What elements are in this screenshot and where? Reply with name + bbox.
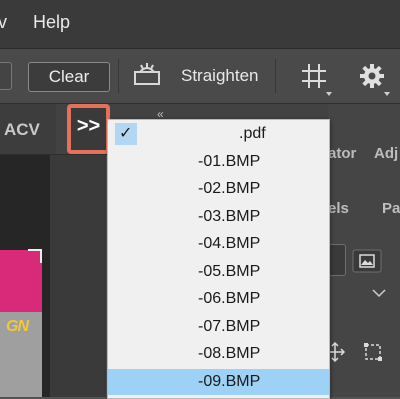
menu-item-help[interactable]: Help — [33, 12, 70, 33]
document-list-item-label: .pdf — [239, 125, 266, 142]
straighten-label[interactable]: Straighten — [181, 66, 259, 86]
preset-dropdown-partial[interactable] — [0, 62, 12, 90]
menu-bar: v Help — [0, 0, 400, 49]
grid-options-chevron-icon[interactable] — [326, 92, 332, 96]
document-list-item[interactable]: -03.BMP — [108, 204, 329, 230]
image-icon[interactable] — [352, 249, 382, 273]
panel-dropdown-partial[interactable] — [328, 244, 346, 276]
crop-corner-handle[interactable] — [28, 249, 42, 263]
transform-icon[interactable] — [362, 341, 384, 363]
settings-chevron-icon[interactable] — [384, 92, 390, 96]
panel-tab-navigator[interactable]: ator — [328, 145, 356, 162]
document-list-item-label: -04.BMP — [198, 235, 261, 252]
document-list-item-label: -03.BMP — [198, 207, 261, 225]
document-list-item[interactable]: -04.BMP — [108, 231, 329, 257]
document-list-item[interactable]: -08.BMP — [108, 341, 329, 367]
document-list-item-label: -05.BMP — [198, 262, 261, 280]
canvas-area: GN — [0, 155, 106, 397]
document-list-item-label: -08.BMP — [198, 345, 261, 362]
document-list-item-label: -07.BMP — [198, 317, 261, 335]
document-list-item[interactable]: ✓ .pdf — [108, 121, 329, 147]
document-list-item[interactable]: -05.BMP — [108, 259, 329, 285]
canvas-image-artwork: GN — [6, 318, 29, 335]
document-list-item[interactable]: -02.BMP — [108, 176, 329, 202]
document-tab[interactable]: ACV — [0, 104, 56, 154]
expand-tabs-label: >> — [76, 115, 101, 137]
expand-tabs-button[interactable]: >> — [67, 104, 110, 154]
divider — [118, 59, 119, 93]
document-list-item[interactable]: -01.BMP — [108, 149, 329, 175]
checkmark-icon: ✓ — [119, 125, 133, 142]
document-list-item-label: -01.BMP — [198, 152, 261, 170]
panel-tab-paths[interactable]: Pa — [382, 200, 400, 217]
menu-item-view-partial[interactable]: v — [0, 12, 7, 33]
chevron-down-icon[interactable] — [372, 288, 386, 298]
panel-tab-adjustments[interactable]: Adj — [374, 145, 398, 162]
panel-tab-channels[interactable]: els — [328, 200, 349, 217]
document-tab-label: ACV — [4, 120, 40, 139]
divider — [275, 59, 276, 93]
gear-icon[interactable] — [359, 63, 385, 89]
options-bar: Clear Straighten — [0, 49, 400, 104]
clear-button[interactable]: Clear — [28, 62, 110, 92]
right-panel-dock: ator Adj els Pa — [324, 104, 400, 397]
canvas-image[interactable]: GN — [0, 250, 42, 397]
document-list-item[interactable]: -06.BMP — [108, 286, 329, 312]
document-list-item[interactable]: -09.BMP — [108, 368, 329, 395]
grid-overlay-icon[interactable] — [300, 62, 328, 90]
document-list-item-label: -09.BMP — [198, 372, 261, 390]
document-list-dropdown: ✓ .pdf -01.BMP -02.BMP -03.BMP -04.BMP -05.BMP… — [107, 119, 330, 399]
straighten-icon[interactable] — [131, 62, 163, 88]
document-list-item-label: -06.BMP — [198, 290, 261, 307]
document-list-item[interactable]: -07.BMP — [108, 314, 329, 340]
document-list-item-label: -02.BMP — [198, 180, 261, 197]
